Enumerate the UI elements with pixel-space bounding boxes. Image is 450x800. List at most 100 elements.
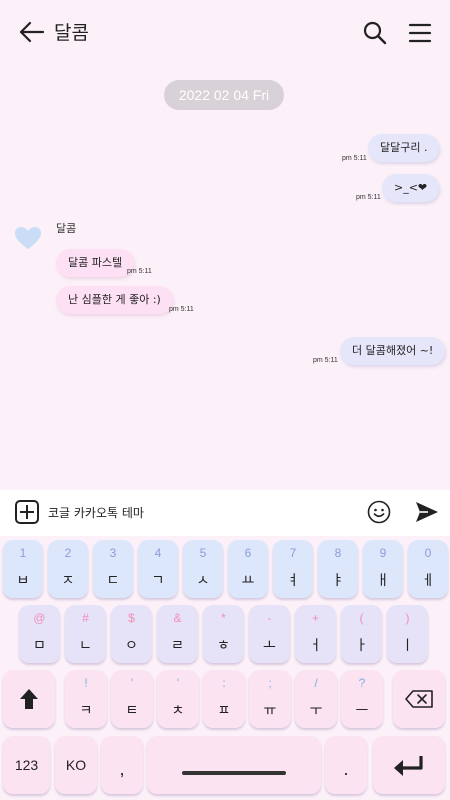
- shift-arrow-icon: [20, 689, 38, 709]
- key-pieup[interactable]: : ㅍ: [203, 670, 245, 728]
- key-label: ㅈ: [61, 573, 75, 589]
- message-time: pm 5:11: [127, 268, 152, 275]
- key-4[interactable]: 4 ㄱ: [138, 540, 178, 598]
- key-eu[interactable]: ? ㅡ: [341, 670, 383, 728]
- key-rieul[interactable]: & ㄹ: [157, 605, 198, 663]
- key-label: ㅛ: [241, 573, 255, 589]
- key-hint: 4: [154, 546, 162, 560]
- sender-name: 달콤: [56, 222, 77, 235]
- key-label: ㅔ: [421, 573, 435, 589]
- key-hint: 5: [199, 546, 207, 560]
- backspace-key[interactable]: [393, 670, 445, 728]
- key-hint: ': [130, 676, 134, 690]
- key-u[interactable]: / ㅜ: [295, 670, 337, 728]
- message-time: pm 5:11: [356, 194, 381, 201]
- key-label: ㅑ: [331, 573, 345, 589]
- key-label: ㅏ: [355, 638, 368, 654]
- key-1[interactable]: 1 ㅂ: [3, 540, 43, 598]
- key-hint: ?: [358, 676, 366, 690]
- key-0[interactable]: 0 ㅔ: [408, 540, 448, 598]
- key-hint: @: [33, 611, 46, 625]
- key-chieut[interactable]: ' ㅊ: [157, 670, 199, 728]
- enter-key[interactable]: [373, 736, 445, 794]
- key-label: ㅁ: [33, 638, 46, 654]
- key-label: ㅍ: [217, 703, 231, 719]
- key-hint: 3: [109, 546, 117, 560]
- key-a[interactable]: ( ㅏ: [341, 605, 382, 663]
- key-mieum[interactable]: @ ㅁ: [19, 605, 60, 663]
- plus-square-icon[interactable]: [15, 500, 39, 524]
- shift-key[interactable]: [3, 670, 55, 728]
- key-9[interactable]: 9 ㅐ: [363, 540, 403, 598]
- key-label: ㅎ: [217, 638, 230, 654]
- key-hint: /: [314, 676, 318, 690]
- key-hint: ;: [268, 676, 272, 690]
- key-hieut[interactable]: * ㅎ: [203, 605, 244, 663]
- key-label: ㅕ: [286, 573, 300, 589]
- key-hint: ): [405, 611, 410, 625]
- key-label: ㄱ: [151, 573, 165, 589]
- key-hint: 9: [379, 546, 387, 560]
- key-hint: $: [128, 611, 135, 625]
- arrow-left-icon[interactable]: [18, 20, 46, 44]
- key-hint: -: [267, 611, 272, 625]
- key-hint: ': [176, 676, 180, 690]
- key-tieut[interactable]: ' ㅌ: [111, 670, 153, 728]
- key-5[interactable]: 5 ㅅ: [183, 540, 223, 598]
- message-bubble-outgoing[interactable]: 더 달콤해졌어 ~!: [340, 337, 446, 365]
- key-o[interactable]: - ㅗ: [249, 605, 290, 663]
- key-hint: 2: [64, 546, 72, 560]
- key-label: ㅊ: [171, 703, 185, 719]
- key-hint: (: [359, 611, 364, 625]
- key-label: ㅜ: [309, 703, 323, 719]
- message-bubble-incoming[interactable]: 난 심플한 게 좋아 :): [56, 286, 173, 314]
- spacebar-icon: [182, 771, 286, 775]
- period-key[interactable]: .: [325, 736, 367, 794]
- key-yu[interactable]: ; ㅠ: [249, 670, 291, 728]
- chat-title: 달콤: [54, 22, 89, 44]
- hamburger-menu-icon[interactable]: [406, 20, 434, 46]
- language-key[interactable]: KO: [55, 736, 97, 794]
- message-bubble-outgoing[interactable]: >_<❤: [382, 174, 440, 202]
- key-6[interactable]: 6 ㅛ: [228, 540, 268, 598]
- period-key-label: .: [343, 759, 349, 779]
- message-bubble-incoming[interactable]: 달콤 파스텔: [56, 249, 135, 277]
- keyboard: 1 ㅂ 2 ㅈ 3 ㄷ 4 ㄱ 5 ㅅ 6 ㅛ 7 ㅕ 8 ㅑ 9 ㅐ 0 ㅔ …: [0, 536, 450, 800]
- key-eo[interactable]: + ㅓ: [295, 605, 336, 663]
- key-label: ㄷ: [106, 573, 120, 589]
- message-time: pm 5:11: [313, 357, 338, 364]
- comma-key[interactable]: ,: [101, 736, 143, 794]
- message-bubble-outgoing[interactable]: 달달구리 .: [368, 134, 440, 162]
- key-3[interactable]: 3 ㄷ: [93, 540, 133, 598]
- smiley-icon[interactable]: [367, 500, 391, 524]
- heart-avatar-icon[interactable]: [14, 226, 42, 250]
- language-key-label: KO: [65, 757, 87, 773]
- message-input[interactable]: 코글 카카오톡 테마: [48, 504, 144, 521]
- key-hint: 1: [19, 546, 27, 560]
- key-hint: 6: [244, 546, 252, 560]
- numbers-key[interactable]: 123: [3, 736, 50, 794]
- key-label: ㅌ: [125, 703, 139, 719]
- search-icon[interactable]: [362, 20, 388, 46]
- key-label: ㅋ: [79, 703, 93, 719]
- key-hint: #: [82, 611, 89, 625]
- key-ieung[interactable]: $ ㅇ: [111, 605, 152, 663]
- message-time: pm 5:11: [169, 306, 194, 313]
- key-kieuk[interactable]: ! ㅋ: [65, 670, 107, 728]
- key-nieun[interactable]: # ㄴ: [65, 605, 106, 663]
- space-key[interactable]: [147, 736, 321, 794]
- key-label: ㅗ: [263, 638, 276, 654]
- key-hint: &: [173, 611, 182, 625]
- key-8[interactable]: 8 ㅑ: [318, 540, 358, 598]
- key-2[interactable]: 2 ㅈ: [48, 540, 88, 598]
- key-label: ㅣ: [401, 638, 414, 654]
- key-label: ㅡ: [355, 703, 369, 719]
- key-7[interactable]: 7 ㅕ: [273, 540, 313, 598]
- key-hint: *: [221, 611, 226, 625]
- key-hint: +: [311, 611, 319, 625]
- key-label: ㄴ: [79, 638, 92, 654]
- numbers-key-label: 123: [14, 757, 39, 773]
- send-icon[interactable]: [414, 500, 440, 524]
- key-i[interactable]: ) ㅣ: [387, 605, 428, 663]
- comma-key-label: ,: [119, 759, 125, 779]
